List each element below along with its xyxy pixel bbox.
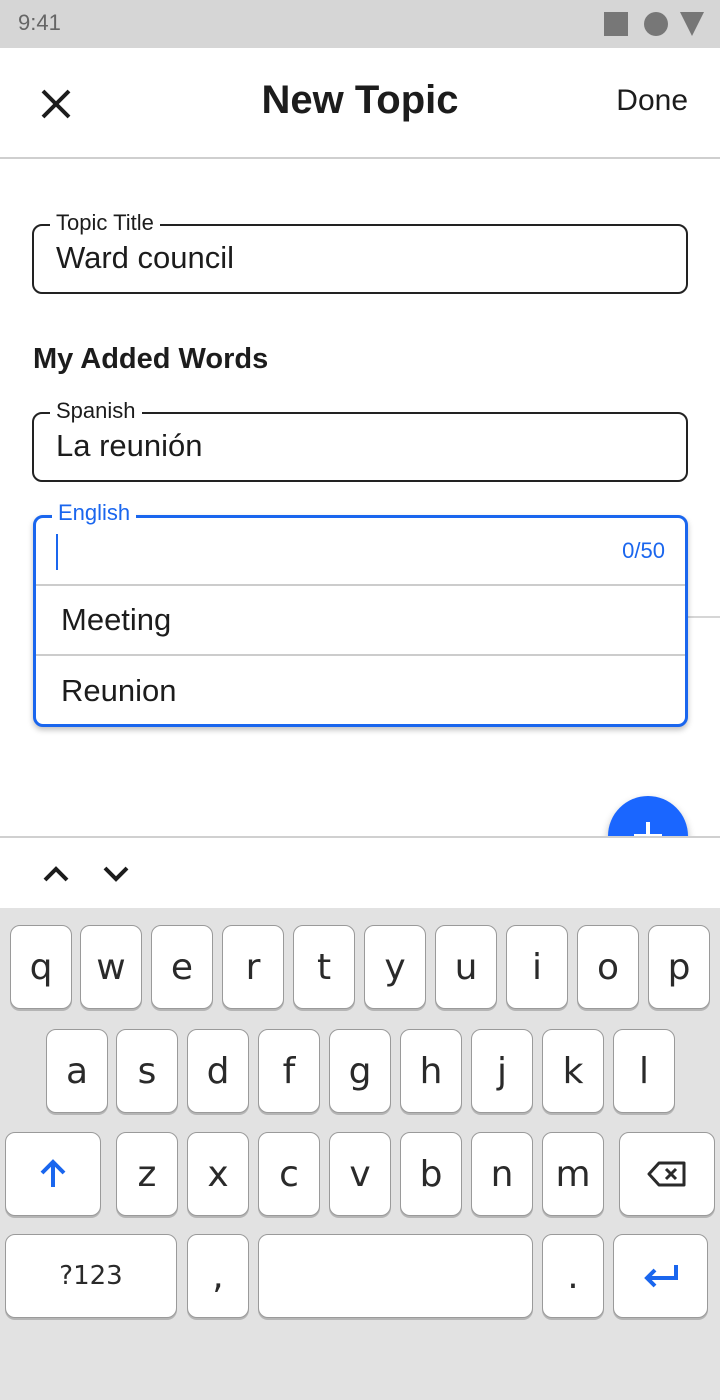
key-x[interactable]: x — [187, 1132, 249, 1216]
key-u[interactable]: u — [435, 925, 497, 1009]
key-a[interactable]: a — [46, 1029, 108, 1113]
key-g[interactable]: g — [329, 1029, 391, 1113]
shift-key[interactable] — [5, 1132, 101, 1216]
key-f[interactable]: f — [258, 1029, 320, 1113]
space-key[interactable] — [258, 1234, 533, 1318]
key-h[interactable]: h — [400, 1029, 462, 1113]
english-input[interactable]: 0/50 — [36, 518, 685, 586]
backspace-icon — [647, 1161, 686, 1187]
signal-triangle-icon — [680, 12, 704, 36]
keyboard-accessory-bar — [0, 836, 720, 908]
spanish-value: La reunión — [56, 428, 203, 463]
key-c[interactable]: c — [258, 1132, 320, 1216]
key-s[interactable]: s — [116, 1029, 178, 1113]
suggestion-item-meeting[interactable]: Meeting — [36, 586, 685, 656]
key-v[interactable]: v — [329, 1132, 391, 1216]
chevron-down-icon — [103, 866, 129, 882]
section-heading: My Added Words — [33, 343, 269, 375]
key-d[interactable]: d — [187, 1029, 249, 1113]
key-t[interactable]: t — [293, 925, 355, 1009]
shift-icon — [40, 1159, 66, 1187]
period-key[interactable]: . — [542, 1234, 604, 1318]
key-o[interactable]: o — [577, 925, 639, 1009]
previous-field-button[interactable] — [34, 854, 78, 894]
key-z[interactable]: z — [116, 1132, 178, 1216]
list-divider — [688, 616, 720, 618]
topic-title-value: Ward council — [56, 240, 235, 275]
status-bar: 9:41 — [0, 0, 720, 48]
enter-icon — [643, 1265, 678, 1288]
close-button[interactable] — [28, 76, 84, 132]
text-caret — [56, 534, 58, 570]
key-w[interactable]: w — [80, 925, 142, 1009]
enter-key[interactable] — [613, 1234, 708, 1318]
key-i[interactable]: i — [506, 925, 568, 1009]
keyboard: q w e r t y u i o p a s d f g h j k l z … — [0, 908, 720, 1400]
key-b[interactable]: b — [400, 1132, 462, 1216]
key-l[interactable]: l — [613, 1029, 675, 1113]
status-time: 9:41 — [18, 10, 61, 35]
spanish-label: Spanish — [50, 398, 142, 424]
page-title: New Topic — [261, 78, 459, 122]
suggestion-item-reunion[interactable]: Reunion — [36, 656, 685, 726]
chevron-up-icon — [43, 866, 69, 882]
close-icon — [41, 89, 71, 119]
app-bar: New Topic Done — [0, 48, 720, 159]
key-j[interactable]: j — [471, 1029, 533, 1113]
topic-title-label: Topic Title — [50, 210, 160, 236]
spanish-field[interactable]: Spanish La reunión — [32, 398, 688, 482]
home-circle-icon — [644, 12, 668, 36]
topic-title-field[interactable]: Topic Title Ward council — [32, 210, 688, 294]
done-button[interactable]: Done — [616, 84, 688, 118]
english-field: English 0/50 Meeting Reunion — [33, 500, 688, 727]
character-counter: 0/50 — [622, 538, 665, 563]
comma-key[interactable]: , — [187, 1234, 249, 1318]
key-e[interactable]: e — [151, 925, 213, 1009]
recents-square-icon — [604, 12, 628, 36]
next-field-button[interactable] — [94, 854, 138, 894]
symbols-key[interactable]: ?123 — [5, 1234, 177, 1318]
key-m[interactable]: m — [542, 1132, 604, 1216]
key-y[interactable]: y — [364, 925, 426, 1009]
key-n[interactable]: n — [471, 1132, 533, 1216]
key-k[interactable]: k — [542, 1029, 604, 1113]
key-r[interactable]: r — [222, 925, 284, 1009]
backspace-key[interactable] — [619, 1132, 715, 1216]
key-q[interactable]: q — [10, 925, 72, 1009]
key-p[interactable]: p — [648, 925, 710, 1009]
